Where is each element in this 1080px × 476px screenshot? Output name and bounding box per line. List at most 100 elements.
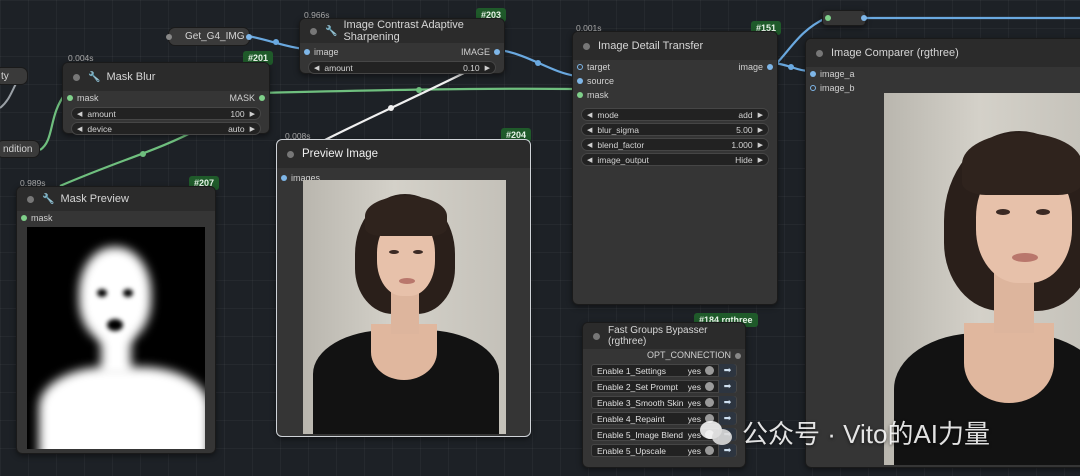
bypass-toggle-smooth-skin[interactable]: Enable 3_Smooth Skin yes ➡ <box>591 396 737 409</box>
decrement-arrow-icon[interactable]: ◀ <box>587 111 592 119</box>
toggle-state: yes <box>687 429 701 440</box>
detail-title: Image Detail Transfer <box>598 40 704 52</box>
sharpen-header[interactable]: 🔧 Image Contrast Adaptive Sharpening <box>300 19 504 43</box>
collapse-dot[interactable] <box>73 73 80 81</box>
widget-label: blend_factor <box>597 139 645 150</box>
comparer-image[interactable] <box>884 93 1080 465</box>
increment-arrow-icon[interactable]: ▶ <box>485 64 490 72</box>
sharpen-amount-widget[interactable]: ◀ amount 0.10 ▶ <box>308 61 496 74</box>
detail-blend-factor-widget[interactable]: ◀ blend_factor 1.000 ▶ <box>581 138 769 151</box>
mask-preview-input-mask[interactable]: mask <box>17 211 215 225</box>
input-dot[interactable] <box>304 49 310 55</box>
image-contrast-adaptive-sharpening-node[interactable]: 🔧 Image Contrast Adaptive Sharpening ima… <box>299 18 505 74</box>
offscreen-node-fragment-bottom[interactable]: ndition <box>0 140 40 158</box>
input-dot[interactable] <box>67 95 73 101</box>
widget-value: 100 <box>230 108 245 119</box>
toggle-knob[interactable] <box>705 398 714 407</box>
collapse-dot[interactable] <box>583 42 590 50</box>
navigate-arrow-icon[interactable]: ➡ <box>718 364 736 377</box>
detail-header[interactable]: Image Detail Transfer <box>573 32 777 60</box>
sharpen-output-image[interactable]: IMAGE <box>402 45 504 59</box>
toggle-knob[interactable] <box>705 366 714 375</box>
detail-blur-sigma-widget[interactable]: ◀ blur_sigma 5.00 ▶ <box>581 123 769 136</box>
mask-blur-device-widget[interactable]: ◀ device auto ▶ <box>71 122 261 135</box>
mask-blur-header[interactable]: 🔧 Mask Blur <box>63 63 269 91</box>
decrement-arrow-icon[interactable]: ◀ <box>587 126 592 134</box>
input-dot[interactable] <box>21 215 27 221</box>
increment-arrow-icon[interactable]: ▶ <box>758 126 763 134</box>
bypasser-output[interactable]: OPT_CONNECTION <box>583 349 745 361</box>
increment-arrow-icon[interactable]: ▶ <box>250 125 255 133</box>
comparer-input-image-a[interactable]: image_a <box>806 67 1080 81</box>
collapse-dot[interactable] <box>287 150 294 158</box>
decrement-arrow-icon[interactable]: ◀ <box>314 64 319 72</box>
decrement-arrow-icon[interactable]: ◀ <box>587 141 592 149</box>
wrench-icon: 🔧 <box>42 193 55 205</box>
image-detail-transfer-node[interactable]: Image Detail Transfer target image sourc… <box>572 31 778 305</box>
increment-arrow-icon[interactable]: ▶ <box>250 110 255 118</box>
mask-blur-node[interactable]: 🔧 Mask Blur mask MASK ◀ amount 100 ▶ ◀ devi… <box>62 62 270 135</box>
toggle-state: yes <box>687 413 701 424</box>
sharpen-input-image[interactable]: image <box>300 45 402 59</box>
preview-image[interactable] <box>303 180 506 434</box>
mask-preview-image[interactable] <box>27 227 205 449</box>
detail-input-source[interactable]: source <box>573 74 777 88</box>
offscreen-node-fragment-top[interactable]: ty <box>0 67 28 85</box>
detail-input-target[interactable]: target <box>573 60 675 74</box>
decrement-arrow-icon[interactable]: ◀ <box>587 156 592 164</box>
sharpen-title: Image Contrast Adaptive Sharpening <box>343 19 464 43</box>
increment-arrow-icon[interactable]: ▶ <box>758 111 763 119</box>
wrench-icon: 🔧 <box>88 71 101 83</box>
detail-image-output-widget[interactable]: ◀ image_output Hide ▶ <box>581 153 769 166</box>
output-dot[interactable] <box>735 353 741 359</box>
increment-arrow-icon[interactable]: ▶ <box>758 141 763 149</box>
output-dot[interactable] <box>259 95 265 101</box>
mask-blur-output-mask[interactable]: MASK <box>166 91 269 105</box>
collapse-dot[interactable] <box>816 49 823 57</box>
output-dot[interactable] <box>767 64 773 70</box>
decrement-arrow-icon[interactable]: ◀ <box>77 125 82 133</box>
output-dot[interactable] <box>494 49 500 55</box>
mask-blur-amount-widget[interactable]: ◀ amount 100 ▶ <box>71 107 261 120</box>
reroute-node[interactable] <box>822 10 867 26</box>
comparer-header[interactable]: Image Comparer (rgthree) <box>806 39 1080 67</box>
input-dot[interactable] <box>281 175 287 181</box>
slot-label: image_a <box>820 69 855 79</box>
input-dot[interactable] <box>166 34 172 40</box>
preview-header[interactable]: Preview Image <box>277 140 530 168</box>
input-dot[interactable] <box>825 15 831 21</box>
toggle-state: yes <box>687 381 701 392</box>
get-g4-img-node[interactable]: Get_G4_IMG <box>166 27 252 46</box>
preview-image-node[interactable]: Preview Image images <box>276 139 531 437</box>
bypass-toggle-settings[interactable]: Enable 1_Settings yes ➡ <box>591 364 737 377</box>
detail-input-mask[interactable]: mask <box>573 88 777 102</box>
bypass-toggle-set-prompt[interactable]: Enable 2_Set Prompt yes ➡ <box>591 380 737 393</box>
input-dot[interactable] <box>810 85 816 91</box>
slot-label: source <box>587 76 615 86</box>
input-dot[interactable] <box>577 78 583 84</box>
widget-value: 1.000 <box>731 139 753 150</box>
mask-preview-header[interactable]: 🔧 Mask Preview <box>17 187 215 211</box>
input-dot[interactable] <box>577 64 583 70</box>
widget-value: 0.10 <box>463 62 480 73</box>
navigate-arrow-icon[interactable]: ➡ <box>718 396 736 409</box>
output-dot[interactable] <box>246 34 252 40</box>
collapse-dot[interactable] <box>310 27 317 35</box>
mask-preview-node[interactable]: 🔧 Mask Preview mask <box>16 186 216 454</box>
collapse-dot[interactable] <box>27 195 34 203</box>
image-comparer-node[interactable]: Image Comparer (rgthree) image_a image_b <box>805 38 1080 468</box>
slot-label: image <box>314 47 339 57</box>
toggle-knob[interactable] <box>705 382 714 391</box>
increment-arrow-icon[interactable]: ▶ <box>758 156 763 164</box>
detail-mode-widget[interactable]: ◀ mode add ▶ <box>581 108 769 121</box>
node-canvas[interactable]: ty ndition Get_G4_IMG 0.004s #201 🔧 Mask… <box>0 0 1080 476</box>
output-dot[interactable] <box>861 15 867 21</box>
bypasser-header[interactable]: Fast Groups Bypasser (rgthree) <box>583 323 745 349</box>
navigate-arrow-icon[interactable]: ➡ <box>718 380 736 393</box>
detail-output-image[interactable]: image <box>675 60 777 74</box>
collapse-dot[interactable] <box>593 332 600 340</box>
input-dot[interactable] <box>810 71 816 77</box>
input-dot[interactable] <box>577 92 583 98</box>
mask-blur-input-mask[interactable]: mask <box>63 91 166 105</box>
decrement-arrow-icon[interactable]: ◀ <box>77 110 82 118</box>
